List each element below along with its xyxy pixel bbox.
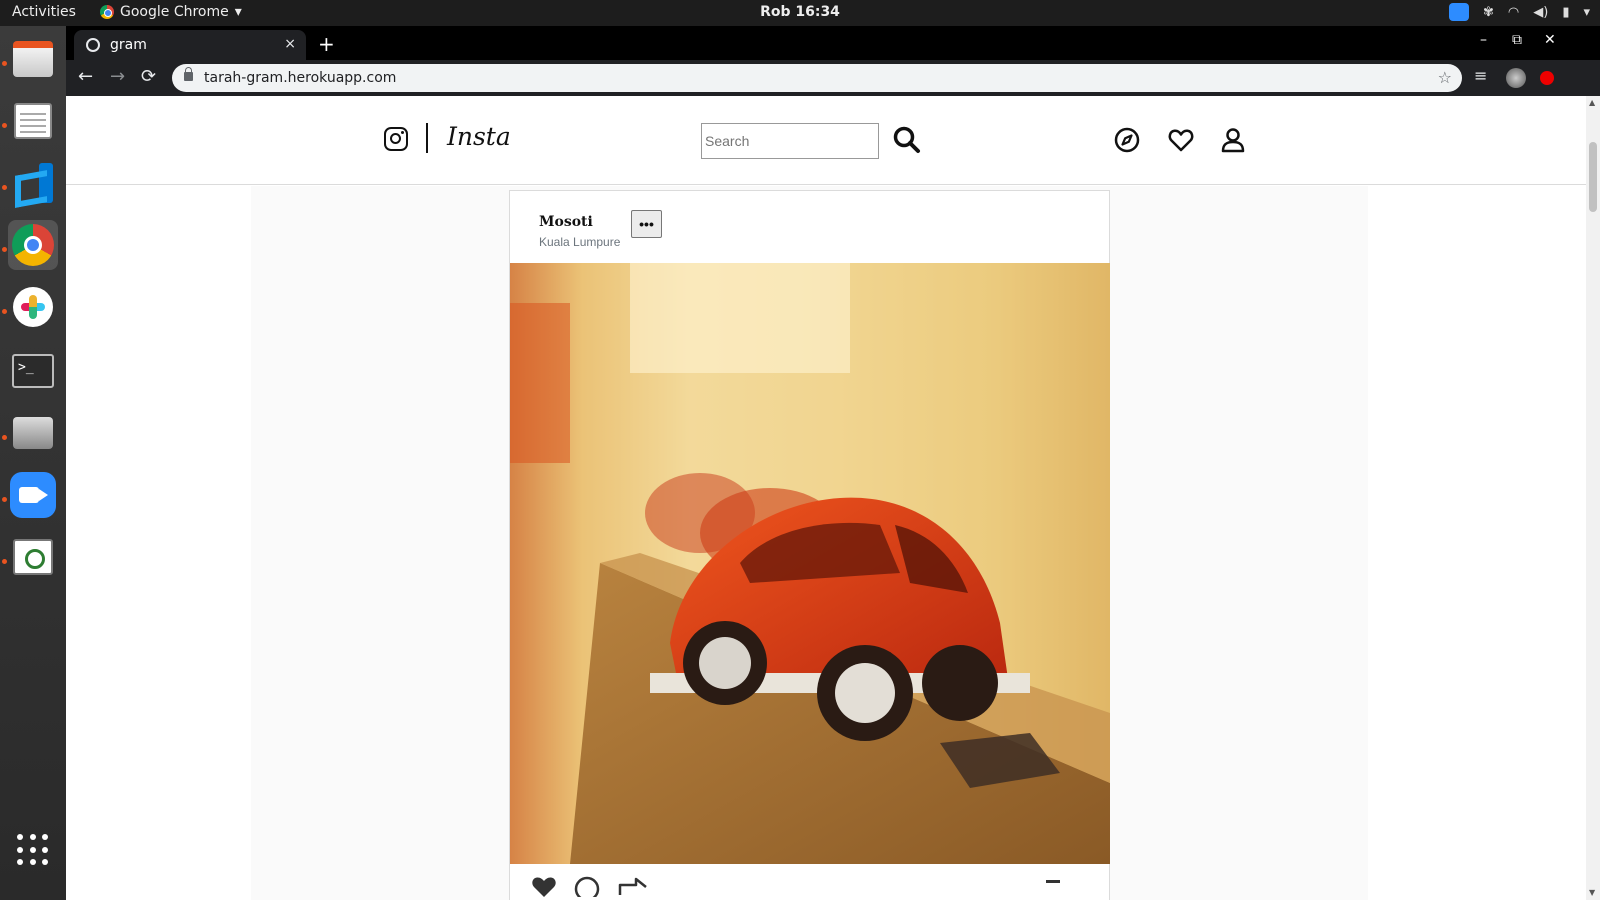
dock: >_: [0, 26, 66, 900]
vscode-icon: [13, 163, 53, 203]
bookmark-icon[interactable]: [1043, 879, 1063, 897]
scroll-up-arrow-icon[interactable]: ▲: [1589, 98, 1595, 107]
heart-icon[interactable]: [1167, 126, 1195, 154]
forward-button[interactable]: →: [110, 66, 125, 87]
url-text[interactable]: tarah-gram.herokuapp.com: [204, 70, 396, 86]
post-card: Mosoti Kuala Lumpure •••: [509, 190, 1110, 900]
new-tab-button[interactable]: +: [318, 32, 335, 56]
post-username[interactable]: Mosoti: [539, 214, 593, 230]
tab-strip: gram × + – ⧉ ✕: [66, 26, 1600, 60]
dock-vscode[interactable]: [8, 158, 58, 208]
activities-button[interactable]: Activities: [12, 4, 76, 20]
running-indicator: [2, 497, 7, 502]
close-tab-icon[interactable]: ×: [284, 36, 296, 52]
page-viewport: Insta Mosoti Kuala Lumpure •••: [66, 96, 1600, 900]
battery-icon[interactable]: ▮: [1562, 5, 1569, 20]
zoom-tray-icon[interactable]: [1448, 3, 1469, 21]
chrome-icon: [100, 5, 114, 19]
profile-avatar[interactable]: [1506, 68, 1526, 88]
more-options-button[interactable]: •••: [631, 210, 662, 238]
system-tray[interactable]: ✾ ◠ ◀) ▮ ▾: [1448, 3, 1590, 21]
instagram-icon[interactable]: [384, 127, 408, 151]
caret-down-icon: ▾: [234, 4, 242, 20]
reload-button[interactable]: ⟳: [141, 66, 156, 87]
scanner-icon: [13, 417, 53, 449]
red-toy-car-illustration: [510, 263, 1110, 864]
dock-text-editor[interactable]: [8, 96, 58, 146]
running-indicator: [2, 559, 7, 564]
maximize-button[interactable]: ⧉: [1512, 32, 1522, 48]
dock-image-viewer[interactable]: [8, 532, 58, 582]
post-image[interactable]: [510, 263, 1110, 864]
slack-icon: [13, 287, 53, 327]
dock-chrome[interactable]: [8, 220, 58, 270]
search-icon[interactable]: [892, 125, 922, 155]
user-icon[interactable]: [1219, 126, 1247, 154]
show-apps-icon[interactable]: [17, 834, 49, 866]
zoom-icon: [10, 472, 56, 518]
post-actions: [510, 867, 1110, 897]
dock-zoom[interactable]: [8, 470, 58, 520]
chrome-icon: [12, 224, 54, 266]
tab-gram[interactable]: gram ×: [74, 30, 306, 60]
post-location: Kuala Lumpure: [539, 235, 621, 249]
volume-icon[interactable]: ◀): [1533, 5, 1548, 20]
running-indicator: [2, 61, 7, 66]
dock-scanner[interactable]: [8, 408, 58, 458]
bookmark-star-icon[interactable]: ☆: [1438, 68, 1452, 87]
terminal-icon: >_: [12, 354, 54, 388]
app-menu[interactable]: Google Chrome ▾: [100, 4, 242, 20]
globe-icon: [86, 38, 100, 52]
browser-window: gram × + – ⧉ ✕ ← → ⟳ tarah-gram.herokuap…: [66, 26, 1600, 900]
compass-icon[interactable]: [1113, 126, 1141, 154]
media-queue-icon[interactable]: ≡: [1474, 66, 1487, 85]
browser-toolbar: ← → ⟳ tarah-gram.herokuapp.com ☆ ≡: [66, 60, 1600, 96]
brand-divider: [426, 123, 428, 153]
comment-icon[interactable]: [573, 875, 601, 897]
running-indicator: [2, 123, 7, 128]
search-input[interactable]: [701, 123, 879, 159]
scroll-thumb[interactable]: [1589, 142, 1597, 212]
running-indicator: [2, 185, 7, 190]
image-viewer-icon: [13, 539, 53, 575]
back-button[interactable]: ←: [78, 66, 93, 87]
share-icon[interactable]: [616, 873, 648, 897]
lock-icon[interactable]: [184, 67, 193, 81]
running-indicator: [2, 309, 7, 314]
running-indicator: [2, 247, 7, 252]
site-navbar: Insta: [66, 96, 1586, 185]
address-bar[interactable]: tarah-gram.herokuapp.com ☆: [172, 64, 1462, 92]
slack-tray-icon[interactable]: ✾: [1483, 5, 1494, 20]
app-menu-label: Google Chrome: [120, 4, 229, 20]
files-icon: [13, 41, 53, 77]
chevron-down-icon[interactable]: ▾: [1583, 5, 1590, 20]
running-indicator: [2, 435, 7, 440]
system-top-bar: Activities Google Chrome ▾ Rob 16:34 ✾ ◠…: [0, 0, 1600, 26]
text-editor-icon: [14, 103, 52, 139]
scroll-down-arrow-icon[interactable]: ▼: [1589, 888, 1595, 897]
minimize-button[interactable]: –: [1480, 32, 1487, 48]
brand-name[interactable]: Insta: [447, 122, 511, 151]
like-heart-icon[interactable]: [530, 875, 558, 897]
dock-slack[interactable]: [8, 282, 58, 332]
page-scrollbar[interactable]: ▲ ▼: [1586, 96, 1600, 900]
wifi-icon[interactable]: ◠: [1508, 5, 1519, 20]
update-icon[interactable]: [1540, 71, 1554, 85]
tab-title: gram: [110, 37, 147, 53]
dock-terminal[interactable]: >_: [8, 346, 58, 396]
dock-files[interactable]: [8, 34, 58, 84]
close-window-button[interactable]: ✕: [1544, 32, 1556, 48]
